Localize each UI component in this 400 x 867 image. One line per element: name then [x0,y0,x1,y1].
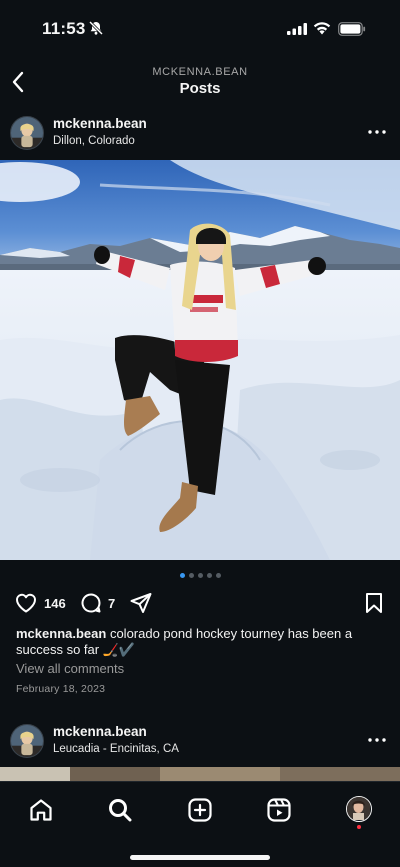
tab-create[interactable] [186,796,214,824]
header-username: MCKENNA.BEAN [152,66,248,78]
battery-icon [338,22,366,36]
post-location[interactable]: Dillon, Colorado [53,135,135,147]
share-icon[interactable] [129,591,153,615]
tab-reels[interactable] [265,796,293,824]
tab-search[interactable] [106,796,134,824]
carousel-dots [0,573,400,578]
reels-icon [267,798,291,822]
bell-off-icon [88,20,104,36]
carousel-dot [206,573,212,578]
post-date: February 18, 2023 [16,683,106,695]
more-options-button[interactable] [368,123,386,141]
home-icon [30,799,52,821]
comment-count[interactable]: 7 [108,596,115,611]
post-actions: 146 7 [0,589,400,617]
status-bar: 11:53 [0,0,400,56]
plus-square-icon [188,798,212,822]
avatar[interactable] [10,724,44,758]
view-all-comments-link[interactable]: View all comments [16,661,124,676]
post-photo[interactable] [0,160,400,560]
next-post-header: mckenna.bean Leucadia - Encinitas, CA [0,718,400,764]
like-count[interactable]: 146 [44,596,66,611]
wifi-icon [313,22,331,35]
carousel-dot [215,573,221,578]
post-username[interactable]: mckenna.bean [53,116,147,131]
tab-profile[interactable] [346,796,372,822]
carousel-dot [197,573,203,578]
status-time: 11:53 [42,19,86,38]
post-caption: mckenna.bean colorado pond hockey tourne… [16,626,376,658]
avatar[interactable] [10,116,44,150]
next-post-location[interactable]: Leucadia - Encinitas, CA [53,743,179,755]
bookmark-icon[interactable] [362,591,386,615]
more-options-button[interactable] [368,731,386,749]
search-icon [109,799,132,822]
more-dots-icon [368,738,386,742]
notification-dot [357,825,361,829]
profile-avatar [347,797,370,820]
tab-home[interactable] [27,796,55,824]
next-post-photo[interactable] [0,767,400,781]
page-title: Posts [179,80,221,97]
post-header: mckenna.bean Dillon, Colorado [0,110,400,156]
signal-icon [287,23,307,35]
next-post-username[interactable]: mckenna.bean [53,724,147,739]
avatar-image [11,117,43,149]
avatar-image [11,725,43,757]
more-dots-icon [368,130,386,134]
comment-icon[interactable] [79,591,103,615]
caption-username[interactable]: mckenna.bean [16,626,106,641]
home-indicator [130,855,270,860]
nav-header: MCKENNA.BEAN Posts [0,56,400,108]
carousel-dot-active [179,573,185,578]
tab-bar [0,781,400,867]
carousel-dot [188,573,194,578]
heart-icon[interactable] [14,591,38,615]
